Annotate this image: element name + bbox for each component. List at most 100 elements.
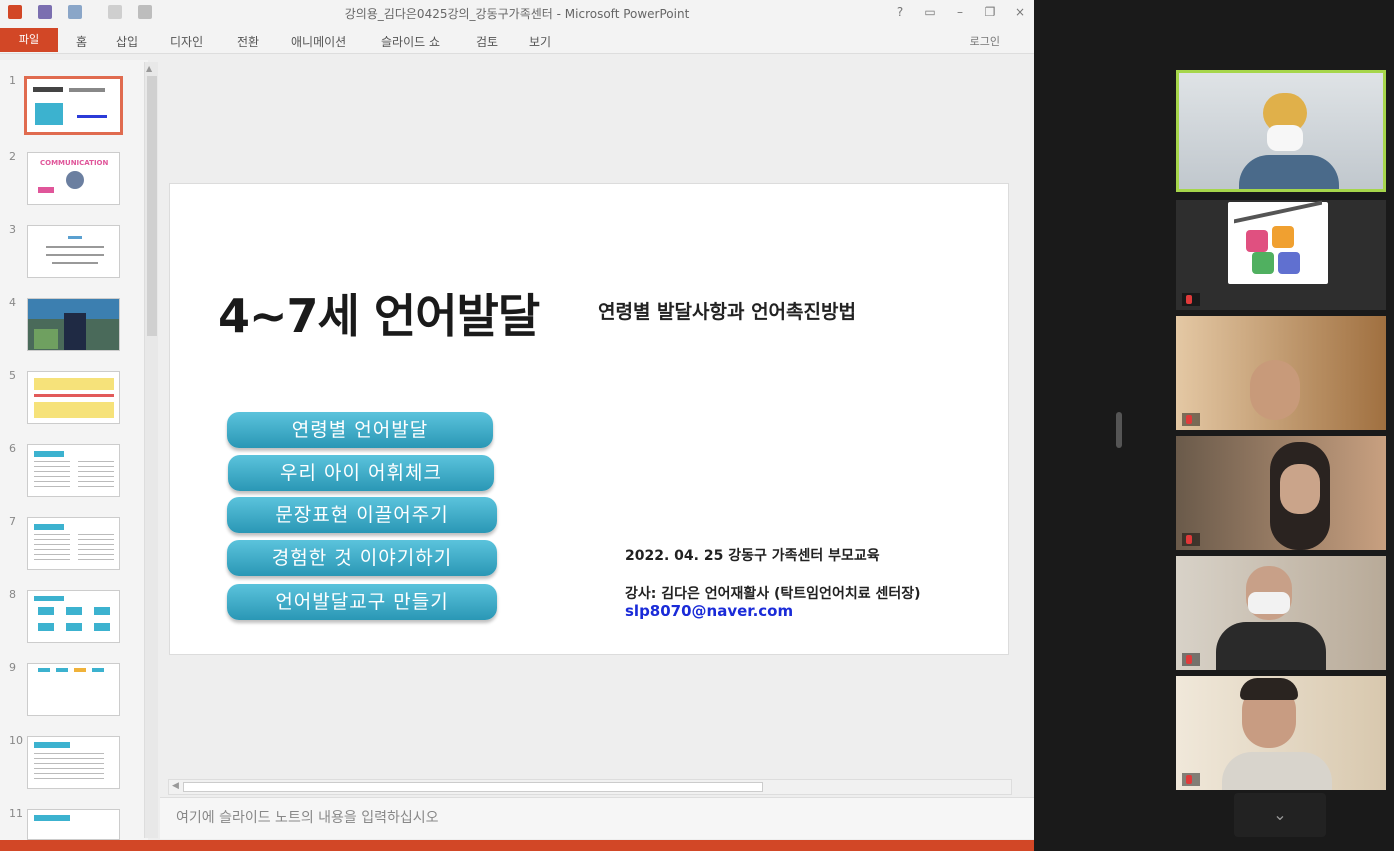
thumb-number: 3 [9,223,16,236]
hscrollbar-thumb[interactable] [183,782,763,792]
restore-icon[interactable]: ❐ [982,4,998,20]
slide-date-line[interactable]: 2022. 04. 25 강동구 가족센터 부모교육 [625,545,880,565]
tab-animations[interactable]: 애니메이션 [291,33,346,50]
video-tile-6[interactable] [1176,676,1386,790]
participant-name-tag [1182,773,1200,786]
thumb-shape [34,394,114,397]
thumb-shape [94,607,110,615]
thumb-shape [92,668,104,672]
thumb-shape [38,187,54,193]
thumb-shape [52,262,98,264]
tab-file[interactable]: 파일 [0,28,58,52]
slide-lecturer[interactable]: 강사: 김다은 언어재활사 (탁트임언어치료 센터장) [625,583,921,603]
video-tile-2[interactable] [1176,200,1386,310]
thumb-shape [34,596,64,601]
notes-pane[interactable]: 여기에 슬라이드 노트의 내용을 입력하십시오 [160,797,1034,839]
mic-muted-icon [1186,654,1192,664]
slide-thumbnail-1[interactable] [24,76,123,135]
slide-subtitle[interactable]: 연령별 발달사항과 언어촉진방법 [598,297,856,324]
logo-letter [1278,252,1300,274]
slide-thumbnail-3[interactable] [27,225,120,278]
video-gallery-panel: ⌄ [1034,0,1394,851]
scroll-left-icon[interactable]: ◀ [172,781,179,791]
thumb-number: 6 [9,442,16,455]
tab-design[interactable]: 디자인 [170,33,203,50]
minimize-button[interactable]: – [952,4,968,20]
video-tile-5[interactable] [1176,556,1386,670]
video-tile-4[interactable] [1176,436,1386,550]
menu-pill-vocabulary-check[interactable]: 우리 아이 어휘체크 [228,455,494,491]
horizontal-scrollbar[interactable]: ◀ [168,779,1012,795]
tab-view[interactable]: 보기 [529,33,551,50]
menu-pill-teaching-aids[interactable]: 언어발달교구 만들기 [227,584,497,620]
thumb-title: COMMUNICATION [40,159,109,167]
slide-canvas[interactable]: 4~7세 언어발달 연령별 발달사항과 언어촉진방법 연령별 언어발달 우리 아… [169,183,1009,655]
participant-hair [1240,678,1298,700]
slide-title[interactable]: 4~7세 언어발달 [218,280,540,346]
thumb-shape [38,607,54,615]
scrollbar-thumb[interactable] [147,76,157,336]
close-button[interactable]: × [1012,4,1028,20]
mic-muted-icon [1186,294,1192,304]
thumb-shape [38,623,54,631]
thumb-number: 1 [9,74,16,87]
video-tile-3[interactable] [1176,316,1386,430]
thumb-shape [78,534,114,564]
participant-body [1216,622,1326,670]
tab-transitions[interactable]: 전환 [237,33,259,50]
slide-thumbnail-8[interactable] [27,590,120,643]
menu-pill-sentence-expression[interactable]: 문장표현 이끌어주기 [227,497,497,533]
notes-placeholder: 여기에 슬라이드 노트의 내용을 입력하십시오 [176,810,439,826]
mic-muted-icon [1186,774,1192,784]
ribbon-tabs: 파일 홈 삽입 디자인 전환 애니메이션 슬라이드 쇼 검토 보기 로그인 [0,26,1034,54]
thumb-shape [33,87,63,92]
thumb-shape [34,402,114,418]
thumb-shape [78,461,114,491]
thumbnail-scrollbar[interactable]: ▲ [144,62,158,838]
thumb-shape [66,171,84,189]
slide-thumbnail-9[interactable] [27,663,120,716]
mic-muted-icon [1186,534,1192,544]
login-link[interactable]: 로그인 [970,33,1000,49]
panel-resize-handle[interactable] [1116,412,1122,448]
thumb-shape [34,451,64,457]
tab-slideshow[interactable]: 슬라이드 쇼 [381,33,440,50]
slide-thumbnail-6[interactable] [27,444,120,497]
participant-body [1222,752,1332,790]
thumb-shape [34,742,70,748]
video-tile-1[interactable] [1176,70,1386,192]
thumb-number: 8 [9,588,16,601]
participant-face [1280,464,1320,514]
menu-pill-experience-talk[interactable]: 경험한 것 이야기하기 [227,540,497,576]
thumb-shape [66,623,82,631]
ribbon-display-icon[interactable]: ▭ [922,4,938,20]
chevron-down-icon[interactable]: ⌄ [1234,793,1326,837]
thumb-number: 9 [9,661,16,674]
slide-thumbnail-10[interactable] [27,736,120,789]
slide-thumbnail-7[interactable] [27,517,120,570]
tab-review[interactable]: 검토 [476,33,498,50]
thumb-shape [34,378,114,390]
thumb-shape [74,668,86,672]
slide-thumbnail-11[interactable] [27,809,120,840]
participant-mask [1267,125,1303,151]
thumb-shape [35,103,63,125]
slide-thumbnail-2[interactable]: COMMUNICATION [27,152,120,205]
thumb-shape [34,534,70,564]
thumb-number: 10 [9,734,23,747]
title-bar: 강의용_김다은0425강의_강동구가족센터 - Microsoft PowerP… [0,0,1034,26]
slide-thumbnail-5[interactable] [27,371,120,424]
slide-email[interactable]: slp8070@naver.com [625,602,793,620]
thumb-number: 7 [9,515,16,528]
slide-thumbnail-pane: 1 2 COMMUNICATION 3 4 5 6 7 8 9 10 11 [0,60,148,840]
thumb-shape [69,88,105,92]
thumb-shape [34,461,70,491]
thumb-shape [34,329,58,349]
thumb-shape [68,236,82,239]
menu-pill-age-development[interactable]: 연령별 언어발달 [227,412,493,448]
help-button[interactable]: ? [892,4,908,20]
slide-thumbnail-4[interactable] [27,298,120,351]
tab-insert[interactable]: 삽입 [116,33,138,50]
tab-home[interactable]: 홈 [76,33,87,50]
scroll-up-icon[interactable]: ▲ [146,64,152,73]
